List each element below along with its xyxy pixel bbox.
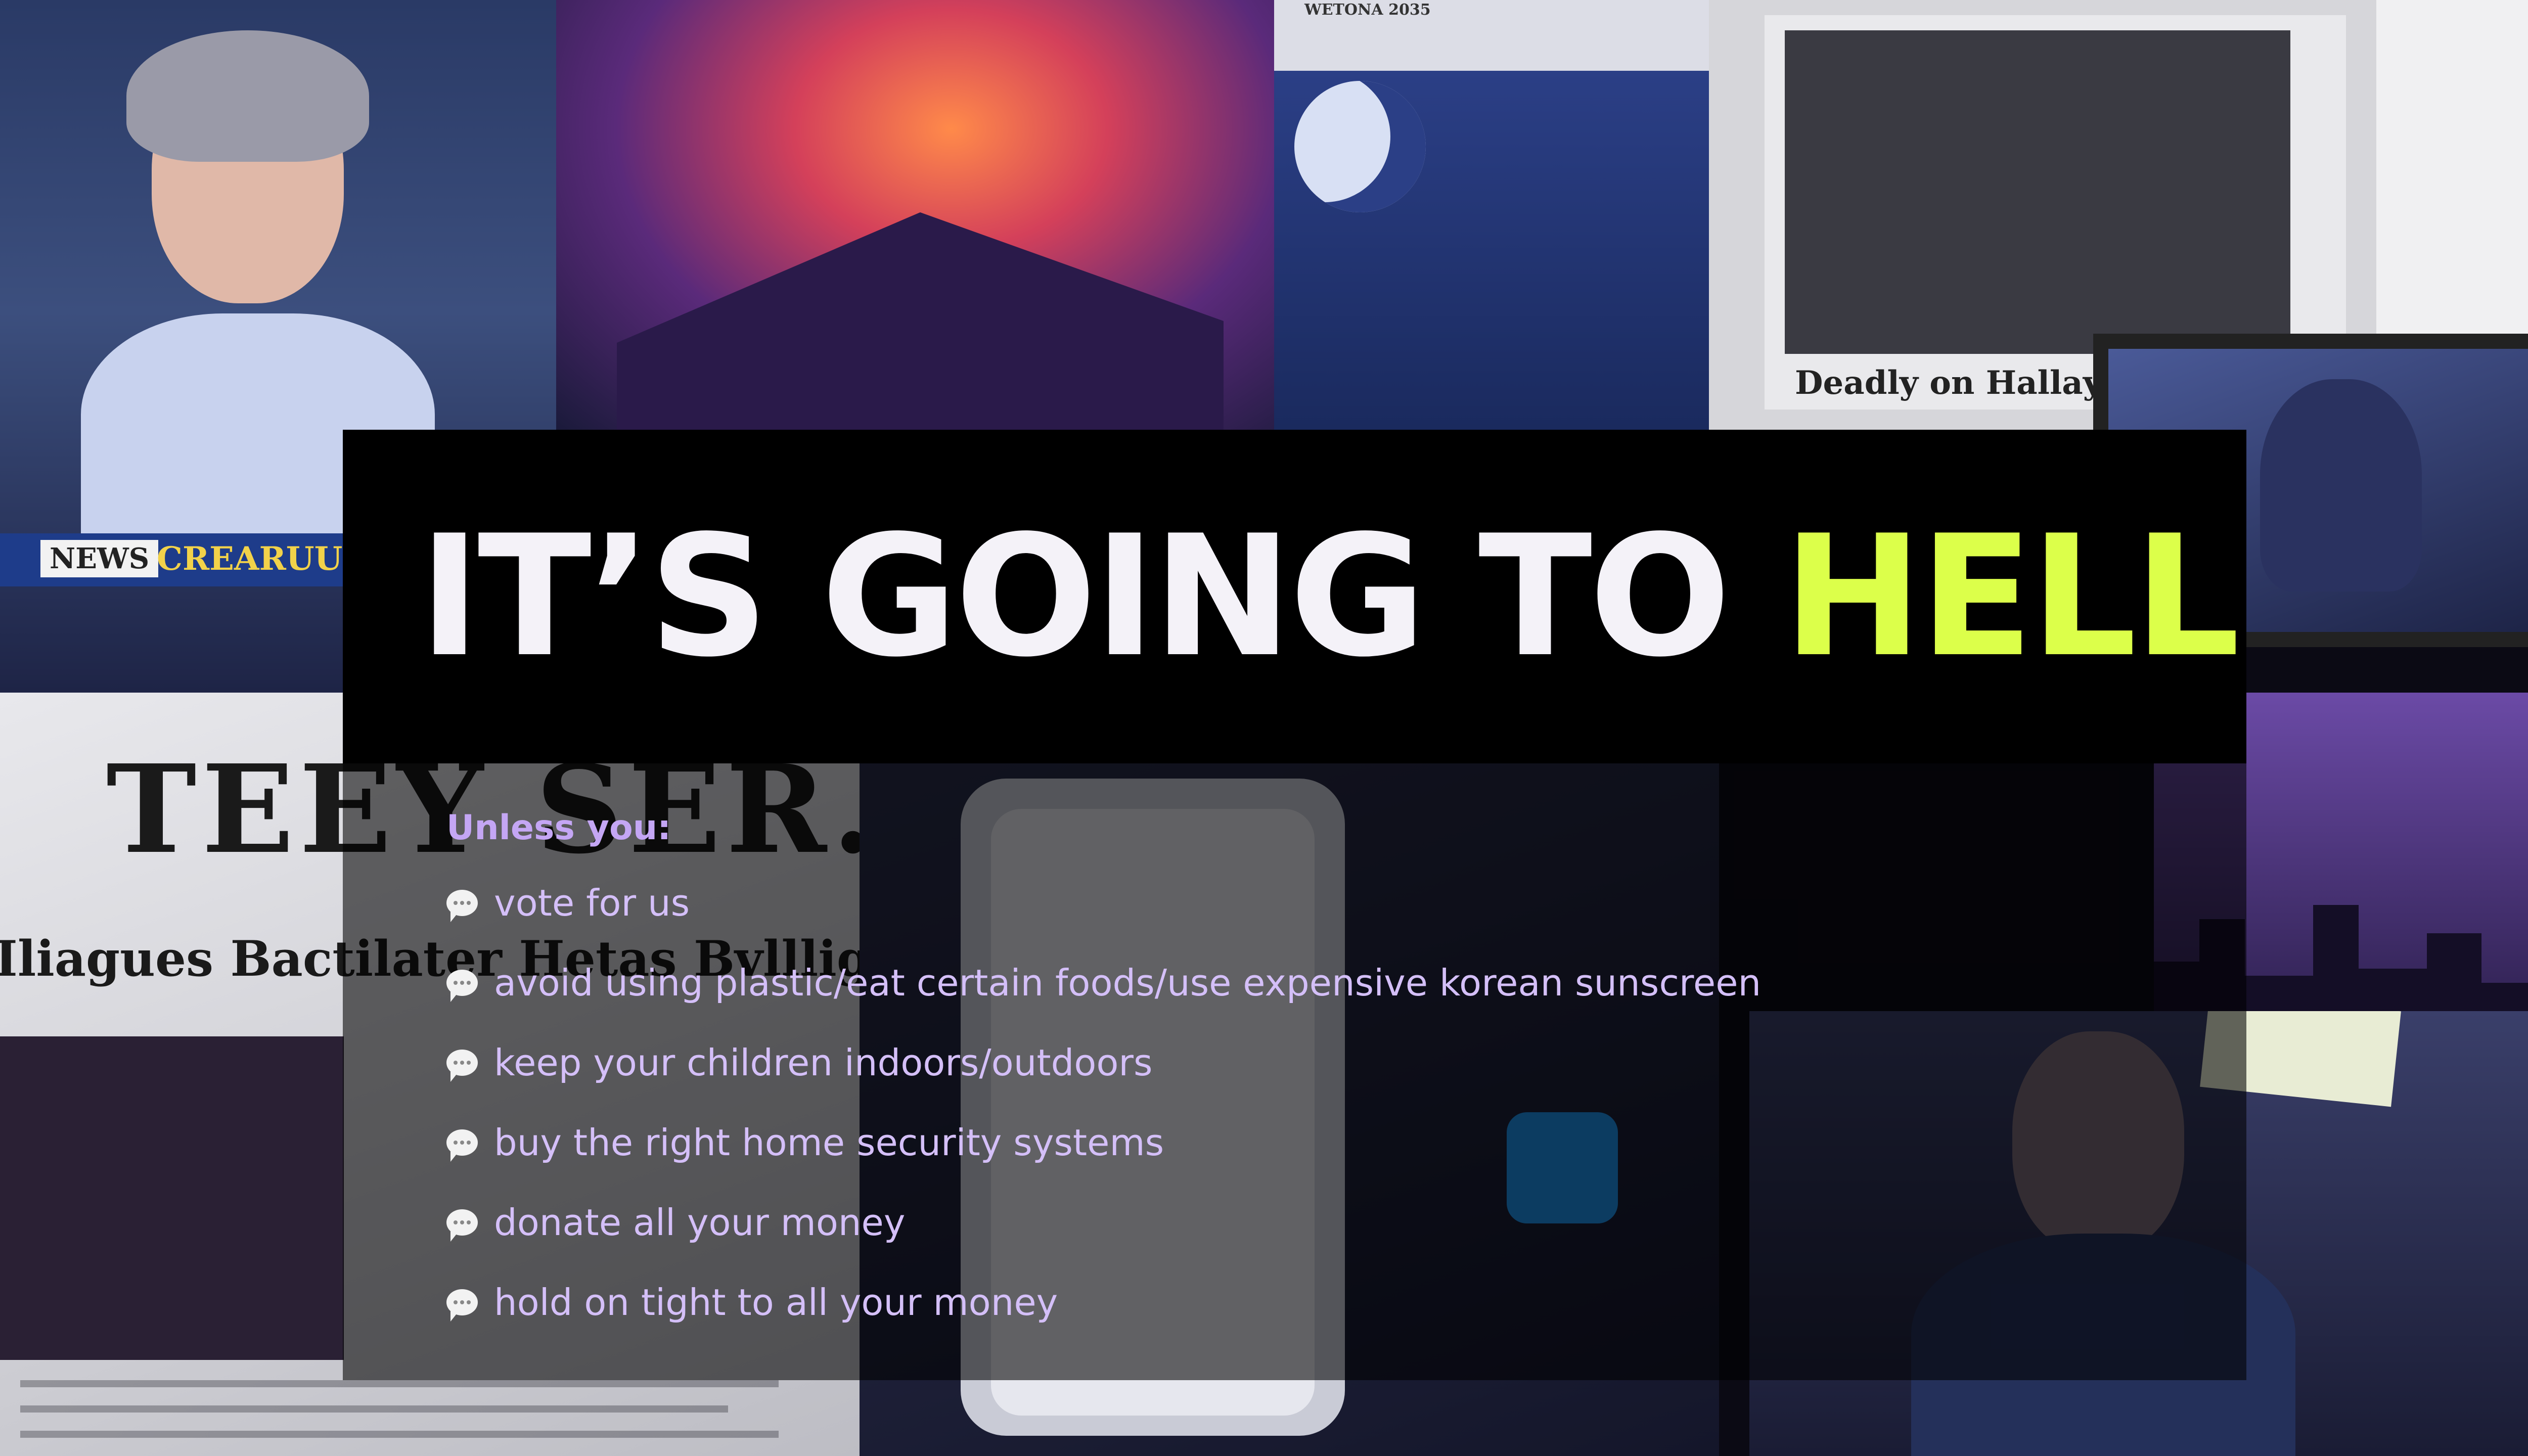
list-item: hold on tight to all your money	[446, 1262, 2246, 1342]
speech-bubble-icon	[446, 970, 478, 1002]
speech-bubble-icon	[446, 1289, 478, 1322]
list-item-text: vote for us	[494, 882, 690, 924]
slide-title: IT’S GOING TO HELL	[419, 513, 2240, 680]
speech-bubble-icon	[446, 890, 478, 922]
list-item-text: hold on tight to all your money	[494, 1281, 1058, 1324]
speech-bubble-icon	[446, 1050, 478, 1082]
moonlit-scene-illustration: WETONA 2035	[1274, 0, 1709, 430]
newspaper-headline: Deadly on Hallay	[1795, 364, 2102, 402]
slide-title-main: IT’S GOING TO	[419, 499, 1731, 694]
conditions-intro: Unless you:	[446, 808, 671, 848]
burning-house-illustration	[556, 0, 1274, 430]
list-item: avoid using plastic/eat certain foods/us…	[446, 943, 2246, 1023]
list-item: vote for us	[446, 863, 2246, 943]
speech-bubble-icon	[446, 1129, 478, 1162]
list-item-text: donate all your money	[494, 1201, 906, 1244]
list-item: donate all your money	[446, 1182, 2246, 1262]
conditions-panel: Unless you: vote for us avoid using plas…	[343, 763, 2246, 1380]
list-item: keep your children indoors/outdoors	[446, 1023, 2246, 1103]
slide-title-accent: HELL	[1783, 499, 2240, 694]
conditions-list: vote for us avoid using plastic/eat cert…	[446, 863, 2246, 1342]
list-item-text: keep your children indoors/outdoors	[494, 1041, 1153, 1084]
title-banner: IT’S GOING TO HELL	[343, 430, 2246, 763]
list-item: buy the right home security systems	[446, 1103, 2246, 1182]
list-item-text: avoid using plastic/eat certain foods/us…	[494, 962, 1762, 1004]
news-ticker-badge: NEWS	[40, 540, 159, 577]
news-ticker-name: CREARUUS	[157, 540, 366, 578]
speech-bubble-icon	[446, 1209, 478, 1242]
list-item-text: buy the right home security systems	[494, 1121, 1164, 1164]
newspaper-top-label: WETONA 2035	[1304, 1, 1431, 19]
